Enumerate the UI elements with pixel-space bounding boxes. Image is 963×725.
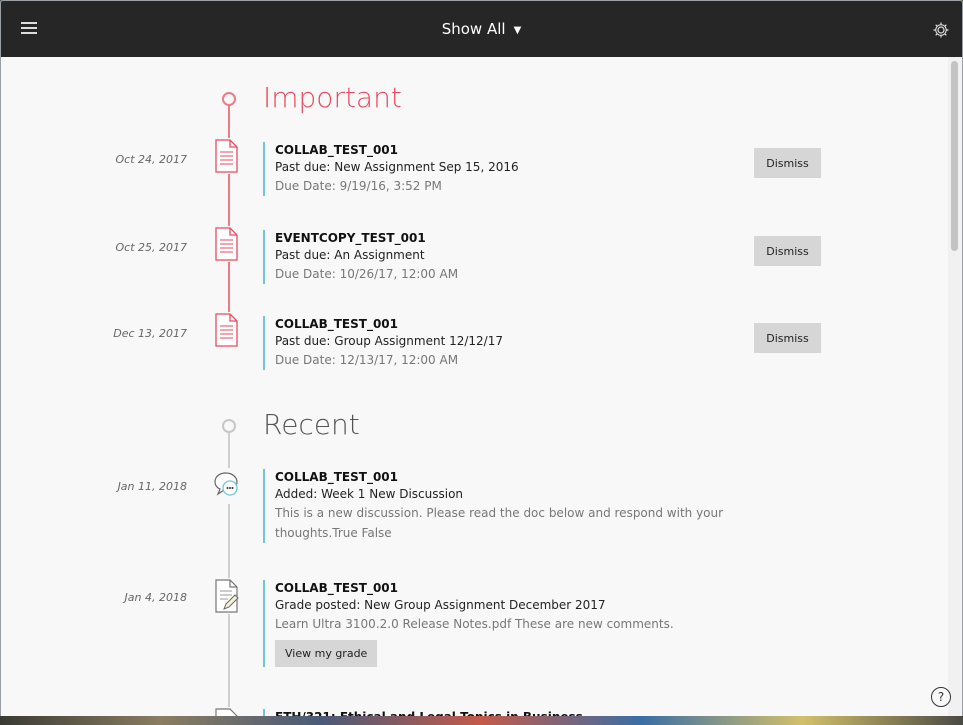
important-item-card[interactable]: COLLAB_TEST_001 Past due: New Assignment…: [263, 142, 745, 196]
item-date: Oct 25, 2017: [115, 241, 188, 254]
important-timeline-node: [222, 92, 236, 106]
item-summary: Past due: An Assignment: [275, 248, 425, 262]
course-name: COLLAB_TEST_001: [275, 470, 398, 484]
due-date: Due Date: 10/26/17, 12:00 AM: [275, 267, 459, 281]
document-icon: [211, 226, 241, 262]
important-section-title: Important: [263, 81, 402, 114]
recent-section-title: Recent: [263, 408, 360, 441]
item-summary: Grade posted: New Group Assignment Decem…: [275, 598, 606, 612]
item-summary: Past due: New Assignment Sep 15, 2016: [275, 160, 519, 174]
dismiss-button[interactable]: Dismiss: [754, 148, 821, 178]
due-date: Due Date: 12/13/17, 12:00 AM: [275, 353, 459, 367]
document-icon: [211, 138, 241, 174]
important-item-card[interactable]: EVENTCOPY_TEST_001 Past due: An Assignme…: [263, 230, 745, 284]
item-summary: Added: Week 1 New Discussion: [275, 487, 464, 501]
help-icon[interactable]: ?: [931, 687, 951, 707]
recent-timeline-node: [222, 419, 236, 433]
view-my-grade-button[interactable]: View my grade: [275, 640, 378, 667]
dismiss-button[interactable]: Dismiss: [754, 236, 821, 266]
top-bar: Show All ▼: [1, 1, 962, 57]
recent-item-card[interactable]: COLLAB_TEST_001 Grade posted: New Group …: [263, 580, 745, 667]
recent-item-card[interactable]: COLLAB_TEST_001 Added: Week 1 New Discus…: [263, 469, 745, 543]
document-icon: [211, 312, 241, 348]
discussion-bubble-icon: [211, 468, 241, 504]
item-date: Oct 24, 2017: [115, 153, 188, 166]
item-date: Dec 13, 2017: [113, 327, 187, 340]
item-description: This is a new discussion. Please read th…: [275, 506, 724, 540]
desktop-dock-strip: [0, 716, 963, 725]
filter-label: Show All: [441, 20, 506, 38]
important-item-card[interactable]: COLLAB_TEST_001 Past due: Group Assignme…: [263, 316, 745, 370]
caret-down-icon: ▼: [513, 25, 522, 36]
dismiss-button[interactable]: Dismiss: [754, 323, 821, 353]
scrollbar-thumb[interactable]: [951, 61, 958, 251]
app-window: Show All ▼ Important Oct 24, 2017 COLLAB_…: [0, 0, 963, 718]
gear-icon[interactable]: [932, 21, 950, 39]
course-name: COLLAB_TEST_001: [275, 581, 398, 595]
course-name: EVENTCOPY_TEST_001: [275, 231, 426, 245]
show-all-filter-dropdown[interactable]: Show All ▼: [1, 20, 962, 38]
item-summary: Past due: Group Assignment 12/12/17: [275, 334, 503, 348]
item-date: Jan 4, 2018: [124, 591, 187, 604]
item-description: Learn Ultra 3100.2.0 Release Notes.pdf T…: [275, 617, 674, 631]
item-date: Jan 11, 2018: [117, 480, 187, 493]
graded-document-icon: [211, 578, 241, 614]
course-name: COLLAB_TEST_001: [275, 317, 398, 331]
due-date: Due Date: 9/19/16, 3:52 PM: [275, 179, 442, 193]
course-name: COLLAB_TEST_001: [275, 143, 398, 157]
